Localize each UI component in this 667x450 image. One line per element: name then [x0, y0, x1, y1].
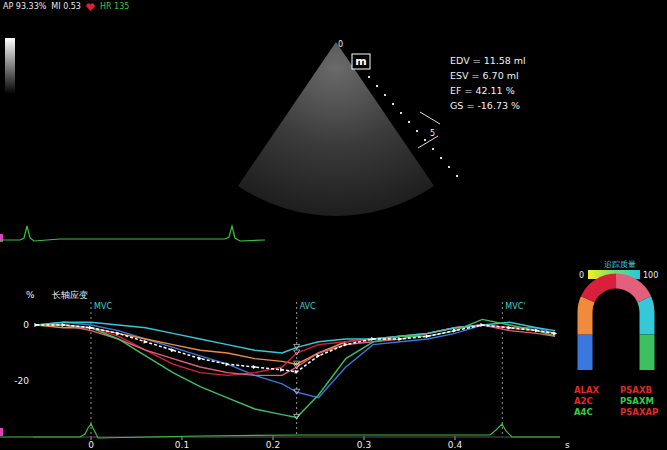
hr-reading: HR 135: [100, 2, 129, 12]
average-point: [453, 329, 457, 333]
chart-title: 长轴应变: [52, 290, 88, 300]
average-point: [226, 362, 230, 366]
quality-min: 0: [579, 271, 584, 280]
grayscale-bar: [5, 38, 15, 94]
status-header: AP 93.33% MI 0.53 HR 135: [0, 0, 667, 14]
strain-curve: [36, 319, 555, 417]
average-point: [62, 323, 66, 327]
measurement: ESV = 6.70 ml: [450, 70, 519, 81]
peak-marker: [294, 350, 300, 355]
legend-item: ALAX: [574, 385, 600, 395]
ecg-trace: [0, 424, 560, 438]
strain-curve: [36, 325, 555, 375]
y-tick: -20: [14, 376, 29, 386]
average-point: [553, 331, 557, 335]
mi-reading: MI 0.53: [51, 2, 81, 12]
event-label: MVC: [94, 302, 112, 311]
average-point: [508, 326, 512, 330]
ecg-trace: [0, 226, 265, 241]
x-tick: 0.2: [266, 440, 280, 450]
mode-badge-label: m: [355, 55, 366, 68]
average-point: [171, 348, 175, 352]
peak-marker: [294, 344, 300, 349]
x-tick: 0.1: [175, 440, 189, 450]
segment: [585, 281, 647, 370]
x-tick: 0.4: [448, 440, 463, 450]
average-point: [34, 323, 38, 327]
average-point: [89, 326, 93, 330]
ecg-marker: [0, 234, 3, 242]
ultrasound-screen: AP 93.33% MI 0.53 HR 135 0 5 m EDV = 11.58 …: [0, 0, 667, 450]
x-unit: s: [565, 440, 570, 450]
segment-map: [585, 281, 647, 370]
ultrasound-image: [238, 42, 434, 216]
segment: [585, 281, 647, 370]
ap-reading: AP 93.33%: [3, 2, 46, 12]
segment: [585, 281, 647, 370]
segment: [585, 281, 647, 370]
average-point: [317, 354, 321, 358]
legend-item: A2C: [574, 396, 593, 406]
average-point: [198, 357, 202, 361]
average-point: [280, 368, 284, 372]
event-label: AVC: [300, 302, 316, 311]
event-label: MVC': [505, 302, 525, 311]
peak-marker: [294, 414, 300, 419]
strain-curve: [36, 325, 555, 364]
x-tick: 0.3: [357, 440, 371, 450]
average-point: [344, 343, 348, 347]
measurement: GS = -16.73 %: [450, 100, 520, 111]
average-point: [253, 365, 257, 369]
average-point: [426, 334, 430, 338]
quality-title: 追踪质量: [604, 260, 636, 269]
segment: [585, 281, 647, 370]
depth-mark: 5: [430, 129, 435, 138]
legend-item: A4C: [574, 407, 593, 417]
average-point: [480, 323, 484, 327]
average-point: [371, 337, 375, 341]
quality-max: 100: [643, 271, 658, 280]
y-tick: 0: [23, 320, 29, 330]
segment: [585, 281, 647, 370]
depth-scale: [352, 58, 458, 177]
average-point: [144, 340, 148, 344]
strain-curve: [36, 325, 555, 375]
display-canvas: 0 5 m EDV = 11.58 ml ESV = 6.70 ml EF = 42.11…: [0, 0, 667, 450]
average-point: [398, 337, 402, 341]
unit-label: %: [26, 290, 35, 300]
average-point: [535, 329, 539, 333]
average-curve: [36, 325, 555, 372]
average-point: [295, 370, 299, 374]
mode-badge: [352, 54, 370, 69]
peak-marker: [294, 364, 300, 369]
legend-item: PSAXM: [620, 396, 654, 406]
strain-curve: [36, 322, 555, 398]
depth-mark: 0: [338, 40, 343, 49]
x-tick: 0: [88, 440, 94, 450]
legend-item: PSAXAP: [620, 407, 658, 417]
heart-icon: [86, 3, 95, 11]
time-marker: [0, 428, 3, 436]
measurement: EF = 42.11 %: [450, 85, 515, 96]
peak-marker: [294, 389, 300, 394]
average-point: [116, 331, 120, 335]
legend-item: PSAXB: [620, 385, 652, 395]
measurement: EDV = 11.58 ml: [450, 55, 526, 66]
